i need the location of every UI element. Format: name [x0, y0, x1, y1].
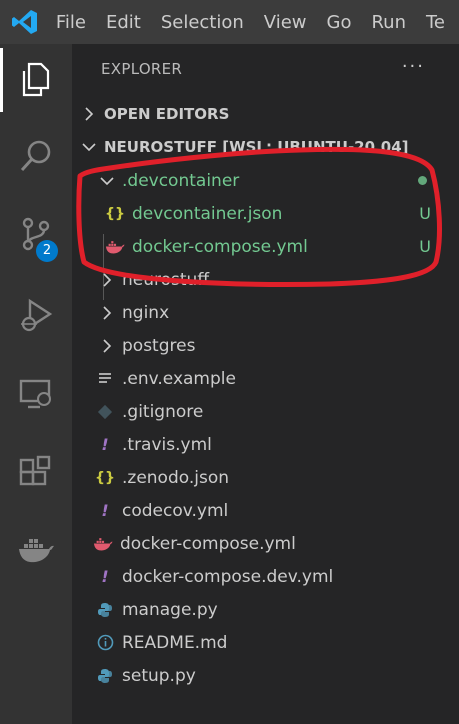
remote-explorer-icon[interactable] [0, 362, 72, 426]
file-label: .env.example [122, 368, 236, 389]
workspace-section[interactable]: NEUROSTUFF [WSL: UBUNTU-20.04] [72, 130, 459, 163]
file-label: docker-compose.yml [120, 533, 296, 554]
open-editors-label: OPEN EDITORS [104, 104, 230, 123]
file-label: docker-compose.dev.yml [122, 566, 334, 587]
file-manage-py[interactable]: manage.py [72, 593, 459, 626]
chevron-right-icon [103, 272, 112, 287]
chevron-right-icon [103, 338, 112, 353]
json-icon: {} [105, 205, 125, 222]
source-control-icon[interactable]: 2 [0, 202, 72, 266]
file-setup-py[interactable]: setup.py [72, 659, 459, 692]
file-label: README.md [122, 632, 228, 653]
file-docker-compose-yml[interactable]: docker-compose.yml [72, 527, 459, 560]
open-editors-section[interactable]: OPEN EDITORS [72, 97, 459, 130]
git-icon [94, 401, 116, 423]
yaml-icon: ! [101, 567, 109, 586]
file-label: devcontainer.json [132, 203, 283, 224]
extensions-icon[interactable] [0, 440, 72, 504]
file-readme-md[interactable]: README.md [72, 626, 459, 659]
chevron-right-icon [103, 305, 112, 320]
vscode-logo-icon [0, 0, 50, 44]
menu-go[interactable]: Go [321, 12, 366, 33]
more-actions-icon[interactable]: ··· [402, 56, 425, 77]
explorer-title: EXPLORER [101, 60, 183, 78]
chevron-down-icon [100, 176, 114, 185]
info-icon [94, 632, 116, 654]
menu-edit[interactable]: Edit [100, 12, 155, 33]
json-icon: {} [95, 469, 115, 486]
yaml-icon: ! [101, 501, 109, 520]
file-travis-yml[interactable]: ! .travis.yml [72, 428, 459, 461]
file-env-example[interactable]: .env.example [72, 362, 459, 395]
folder-neurostuff[interactable]: neurostuff [72, 263, 459, 296]
file-label: setup.py [122, 665, 196, 686]
folder-label: postgres [122, 335, 196, 356]
yaml-icon: ! [101, 435, 109, 454]
folder-nginx[interactable]: nginx [72, 296, 459, 329]
folder-label: neurostuff [122, 269, 210, 290]
file-devcontainer-json[interactable]: {} devcontainer.json U [72, 197, 459, 230]
folder-postgres[interactable]: postgres [72, 329, 459, 362]
workspace-label: NEUROSTUFF [WSL: UBUNTU-20.04] [104, 137, 409, 156]
file-label: .zenodo.json [122, 467, 230, 488]
chevron-down-icon [82, 142, 96, 151]
file-devcontainer-docker-compose[interactable]: docker-compose.yml U [72, 230, 459, 263]
title-bar: File Edit Selection View Go Run Te [0, 0, 459, 44]
explorer-sidebar: EXPLORER ··· OPEN EDITORS NEUROSTUFF [WS… [72, 44, 459, 724]
search-icon[interactable] [0, 124, 72, 188]
chevron-right-icon [85, 106, 94, 121]
run-debug-icon[interactable] [0, 284, 72, 348]
file-label: .travis.yml [122, 434, 212, 455]
python-icon [94, 665, 116, 687]
scm-badge: 2 [36, 240, 58, 262]
folder-label: nginx [122, 302, 170, 323]
file-label: codecov.yml [122, 500, 229, 521]
file-gitignore[interactable]: .gitignore [72, 395, 459, 428]
folder-label: .devcontainer [122, 170, 240, 191]
menu-file[interactable]: File [50, 12, 100, 33]
modified-dot [418, 176, 427, 185]
python-icon [94, 599, 116, 621]
activity-bar: 2 [0, 44, 72, 724]
git-status-badge: U [419, 237, 431, 256]
git-status-badge: U [419, 204, 431, 223]
menu-terminal[interactable]: Te [420, 12, 459, 33]
docker-file-icon [104, 236, 126, 258]
file-label: .gitignore [122, 401, 204, 422]
file-docker-compose-dev-yml[interactable]: ! docker-compose.dev.yml [72, 560, 459, 593]
file-label: manage.py [122, 599, 218, 620]
file-zenodo-json[interactable]: {} .zenodo.json [72, 461, 459, 494]
file-label: docker-compose.yml [132, 236, 308, 257]
menu-run[interactable]: Run [365, 12, 420, 33]
lines-icon [94, 368, 116, 390]
docker-icon[interactable] [0, 518, 72, 582]
menu-selection[interactable]: Selection [155, 12, 258, 33]
explorer-icon[interactable] [0, 48, 72, 112]
menu-view[interactable]: View [258, 12, 321, 33]
folder-devcontainer[interactable]: .devcontainer [72, 164, 459, 197]
docker-file-icon [92, 533, 114, 555]
file-codecov-yml[interactable]: ! codecov.yml [72, 494, 459, 527]
